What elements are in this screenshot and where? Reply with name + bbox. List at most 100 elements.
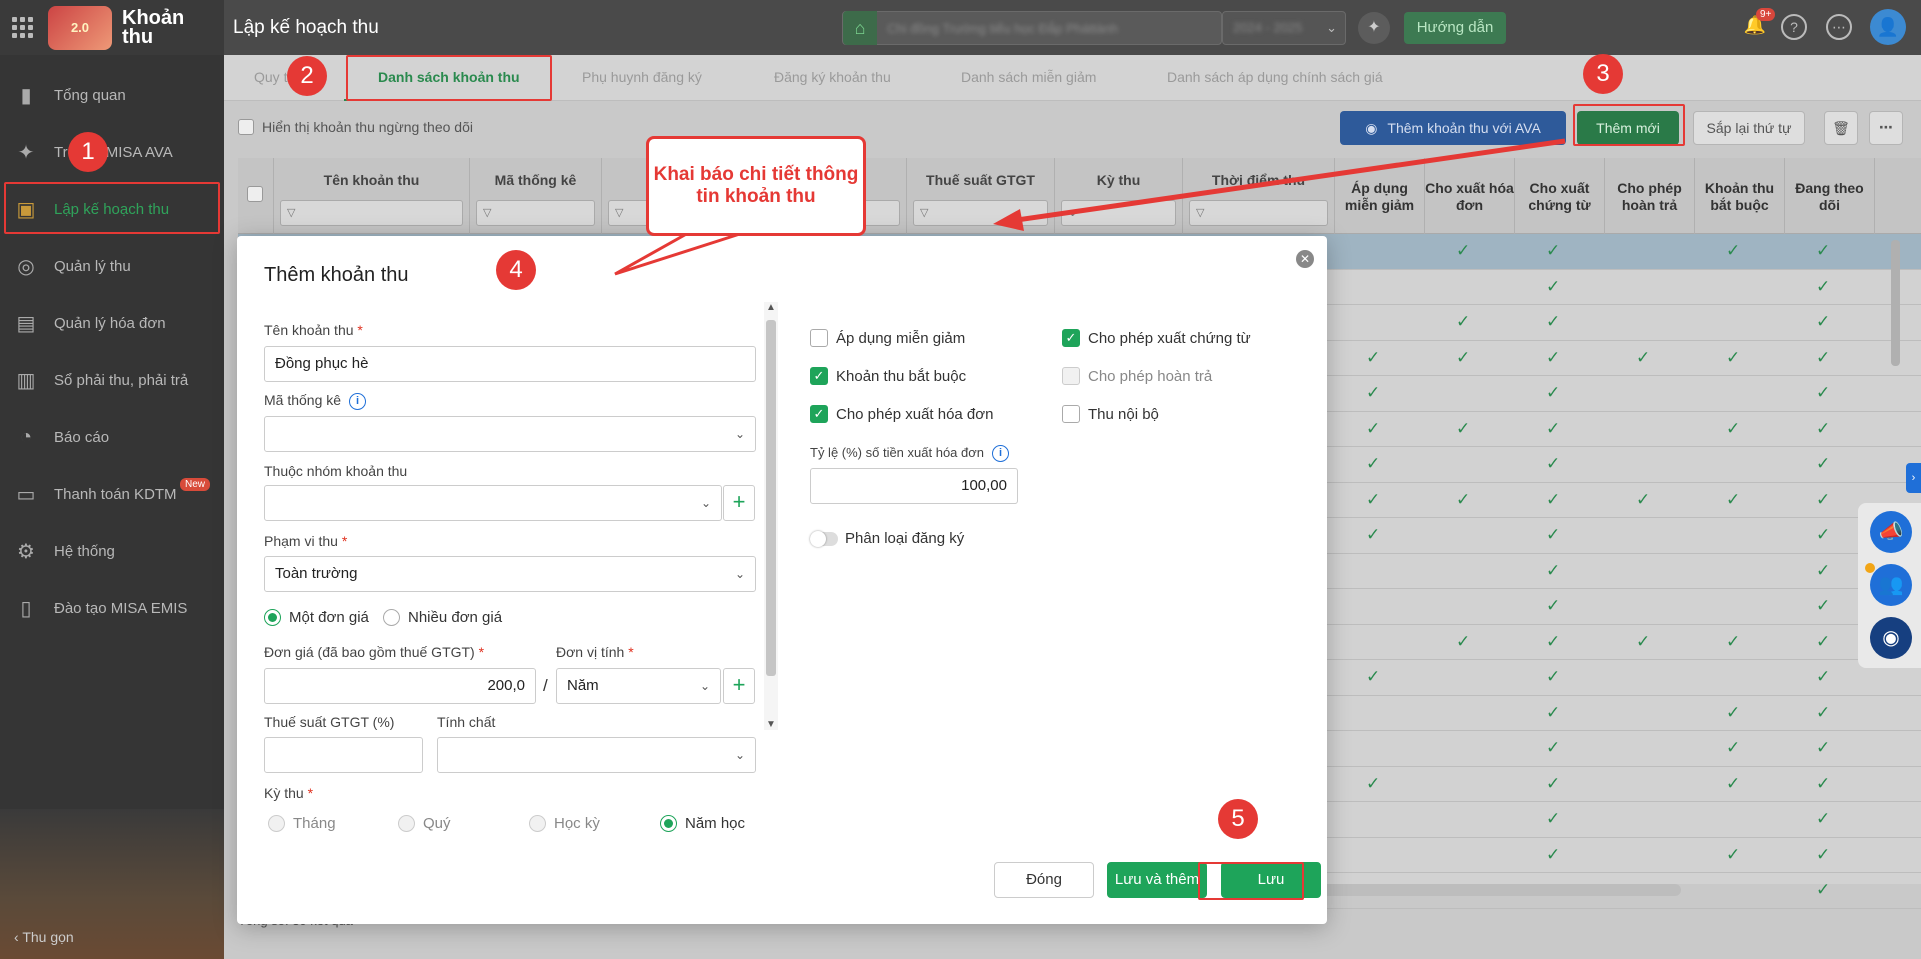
period-month-radio[interactable]: Tháng <box>268 815 336 832</box>
vertical-scrollbar[interactable] <box>1891 240 1900 366</box>
check-icon: ✓ <box>1546 560 1561 580</box>
filter-icon[interactable]: ▽ <box>913 200 1048 226</box>
more-icon[interactable]: ⋯ <box>1826 14 1852 40</box>
info-icon[interactable]: i <box>349 392 367 410</box>
sidebar-item-ledger[interactable]: ▥ Sổ phải thu, phải trả <box>0 352 224 409</box>
close-icon[interactable]: ✕ <box>1296 250 1314 268</box>
check-icon: ✓ <box>1546 809 1561 828</box>
radio-dot <box>268 815 285 832</box>
school-selector[interactable]: ⌂ Chi đồng Trường tiểu học Đắp Pháttành <box>842 11 1222 45</box>
internal-checkbox[interactable]: Thu nội bộ <box>1062 405 1159 423</box>
dialog-title: Thêm khoản thu <box>264 264 409 286</box>
check-icon: ✓ <box>1726 631 1741 651</box>
fee-group-label: Thuộc nhóm khoản thu <box>264 463 408 479</box>
robot-icon: ◉ <box>1365 119 1378 136</box>
sidebar-item-ava[interactable]: ✦ Trợ lý - MISA AVA <box>0 124 224 181</box>
sidebar-item-payment[interactable]: ▭ Thanh toán KDTM New <box>0 466 224 523</box>
save-and-add-button[interactable]: Lưu và thêm <box>1107 862 1207 898</box>
check-icon: ✓ <box>1546 241 1561 260</box>
tab-discount-list[interactable]: Danh sách miễn giảm <box>961 69 1096 85</box>
community-icon[interactable]: 👥 <box>1870 564 1912 606</box>
multi-price-radio[interactable]: Nhiều đơn giá <box>383 609 502 626</box>
close-button[interactable]: Đóng <box>994 862 1094 898</box>
label-text: Phạm vi thu <box>264 533 338 549</box>
more-options-icon[interactable]: ⋯ <box>1869 111 1903 145</box>
filter-icon[interactable]: ▽ <box>1189 200 1328 226</box>
scope-select[interactable]: Toàn trường ⌄ <box>264 556 756 592</box>
classify-toggle[interactable] <box>810 531 838 547</box>
tab-parent-register[interactable]: Phụ huynh đăng ký <box>582 69 702 85</box>
checkbox-label: Áp dụng miễn giảm <box>836 329 966 347</box>
sidebar-item-invoice[interactable]: ▤ Quản lý hóa đơn <box>0 295 224 352</box>
trash-icon[interactable]: 🗑 <box>1824 111 1858 145</box>
ai-sparkle-icon[interactable]: ✦ <box>1358 12 1390 44</box>
megaphone-icon[interactable]: 📣 <box>1870 511 1912 553</box>
filter-icon[interactable]: ▽ <box>476 200 595 226</box>
allow-voucher-checkbox[interactable]: ✓ Cho phép xuất chứng từ <box>1062 329 1251 347</box>
unit-select[interactable]: Năm ⌄ <box>556 668 721 704</box>
filter-select[interactable]: ⌄ <box>1061 200 1176 226</box>
school-year-select[interactable]: 2024 - 2025 ⌄ <box>1222 11 1346 45</box>
school-name: Chi đồng Trường tiểu học Đắp Pháttành <box>887 20 1119 36</box>
sidebar-item-overview[interactable]: ▮ Tổng quan <box>0 67 224 124</box>
year-value: 2024 - 2025 <box>1233 20 1303 35</box>
tab-fee-register[interactable]: Đăng ký khoản thu <box>774 69 891 85</box>
period-year-radio[interactable]: Năm học <box>660 815 745 832</box>
scroll-down-icon[interactable]: ▼ <box>766 719 776 730</box>
collapse-sidebar-button[interactable]: ‹ Thu gọn <box>14 929 74 945</box>
chevron-right-icon[interactable]: › <box>1906 463 1921 493</box>
period-label: Kỳ thu * <box>264 785 314 801</box>
fee-group-select[interactable]: ⌄ <box>264 485 722 521</box>
allow-refund-checkbox[interactable]: Cho phép hoàn trả <box>1062 367 1212 385</box>
help-icon[interactable]: ? <box>1781 14 1807 40</box>
check-icon: ✓ <box>1546 631 1561 651</box>
column-header-label: Kỳ thu <box>1096 172 1141 188</box>
info-icon[interactable]: i <box>992 445 1009 463</box>
scrollbar-thumb[interactable] <box>766 320 776 676</box>
scroll-up-icon[interactable]: ▲ <box>766 302 776 313</box>
allow-invoice-checkbox[interactable]: ✓ Cho phép xuất hóa đơn <box>810 405 993 423</box>
reorder-button[interactable]: Sắp lại thứ tự <box>1693 111 1805 145</box>
check-icon: ✓ <box>1816 347 1831 367</box>
fee-name-input[interactable]: Đồng phục hè <box>264 346 756 382</box>
add-with-ava-button[interactable]: ◉ Thêm khoản thu với AVA <box>1340 111 1566 145</box>
highlight-tab-fee-list <box>346 55 552 101</box>
user-avatar[interactable]: 👤 <box>1870 9 1906 45</box>
highlight-sidebar-plan <box>4 182 220 234</box>
ava-robot-icon[interactable]: ◉ <box>1870 617 1912 659</box>
dialog-scrollbar[interactable]: ▲ ▼ <box>764 302 778 730</box>
sidebar-item-system[interactable]: ⚙ Hệ thống <box>0 523 224 580</box>
check-icon: ✓ <box>1456 347 1471 367</box>
price-input[interactable]: 200,0 <box>264 668 536 704</box>
single-price-radio[interactable]: Một đơn giá <box>264 609 369 626</box>
check-icon: ✓ <box>1546 347 1561 367</box>
tab-price-policy[interactable]: Danh sách áp dụng chính sách giá <box>1167 69 1383 85</box>
stat-code-select[interactable]: ⌄ <box>264 416 756 452</box>
add-unit-plus-icon[interactable]: + <box>723 668 755 704</box>
add-group-plus-icon[interactable]: + <box>723 485 755 521</box>
sidebar-item-collect[interactable]: ◎ Quản lý thu <box>0 238 224 295</box>
period-quarter-radio[interactable]: Quý <box>398 815 451 832</box>
app-grid-icon[interactable] <box>12 16 34 39</box>
nature-select[interactable]: ⌄ <box>437 737 756 773</box>
callout-box: Khai báo chi tiết thông tin khoản thu <box>646 136 866 236</box>
check-icon: ✓ <box>1546 738 1561 757</box>
mandatory-checkbox[interactable]: ✓ Khoản thu bắt buộc <box>810 367 966 385</box>
show-stopped-checkbox[interactable]: Hiển thị khoản thu ngừng theo dõi <box>238 119 473 135</box>
guide-button[interactable]: Hướng dẫn <box>1404 12 1506 44</box>
chevron-down-icon: ⌄ <box>700 496 711 510</box>
invoice-ratio-input[interactable]: 100,00 <box>810 468 1018 504</box>
home-icon: ⌂ <box>843 11 877 45</box>
check-icon: ✓ <box>1816 418 1831 438</box>
vat-input[interactable] <box>264 737 423 773</box>
col-fee-name: Tên khoản thu ▽ <box>274 158 470 234</box>
period-semester-radio[interactable]: Học kỳ <box>529 815 600 832</box>
col-discount: Áp dụng miễn giảm <box>1335 158 1425 234</box>
filter-icon[interactable]: ▽ <box>280 200 463 226</box>
sidebar-item-report[interactable]: ◔ Báo cáo <box>0 409 224 466</box>
sidebar-item-training[interactable]: ▯ Đào tạo MISA EMIS <box>0 580 224 637</box>
checkbox-box <box>238 119 254 135</box>
check-icon: ✓ <box>1546 276 1561 296</box>
select-all-checkbox[interactable] <box>247 186 263 202</box>
apply-discount-checkbox[interactable]: Áp dụng miễn giảm <box>810 329 965 347</box>
